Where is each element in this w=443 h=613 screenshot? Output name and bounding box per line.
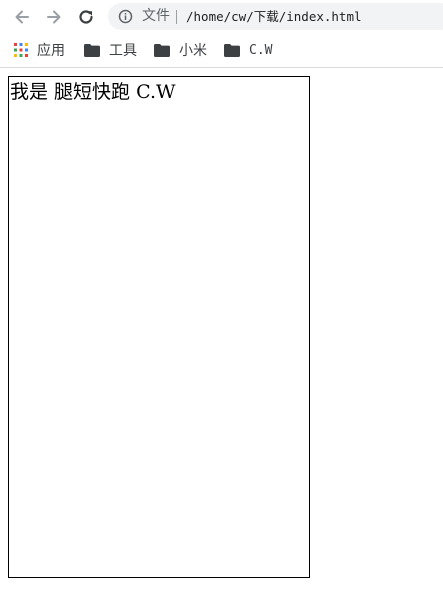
folder-icon (84, 43, 100, 57)
browser-toolbar: 文件 /home/cw/下载/index.html (0, 0, 443, 33)
bookmark-label: 工具 (109, 43, 137, 59)
bookmark-apps[interactable]: 应用 (14, 39, 65, 61)
bordered-box: 我是 腿短快跑 C.W (8, 76, 310, 578)
scheme-label: 文件 (142, 8, 170, 24)
info-icon[interactable] (118, 9, 133, 24)
bookmark-label: 应用 (37, 43, 65, 59)
arrow-right-icon (47, 10, 61, 24)
bookmark-folder-xiaomi[interactable]: 小米 (154, 39, 207, 61)
box-text-cjk: 我是 腿短快跑 (10, 81, 137, 103)
box-text-latin: C.W (136, 81, 176, 103)
back-button[interactable] (10, 5, 34, 29)
box-text: 我是 腿短快跑 C.W (10, 80, 176, 104)
apps-grid-icon (14, 43, 28, 57)
bookmark-folder-tools[interactable]: 工具 (84, 39, 137, 61)
reload-button[interactable] (74, 5, 98, 29)
forward-button[interactable] (42, 5, 66, 29)
omnibox-divider (176, 10, 177, 24)
address-bar[interactable]: 文件 /home/cw/下载/index.html (108, 3, 443, 30)
arrow-left-icon (15, 10, 29, 24)
folder-icon (154, 43, 170, 57)
page-content: 我是 腿短快跑 C.W (0, 68, 443, 613)
bookmark-label: C.W (249, 42, 273, 58)
bookmark-folder-cw[interactable]: C.W (224, 39, 272, 61)
url-text[interactable]: /home/cw/下载/index.html (186, 9, 362, 25)
bookmark-label: 小米 (179, 43, 207, 59)
folder-icon (224, 43, 240, 57)
reload-icon (79, 10, 93, 24)
bookmarks-bar: 应用 工具 小米 C.W (0, 33, 443, 68)
